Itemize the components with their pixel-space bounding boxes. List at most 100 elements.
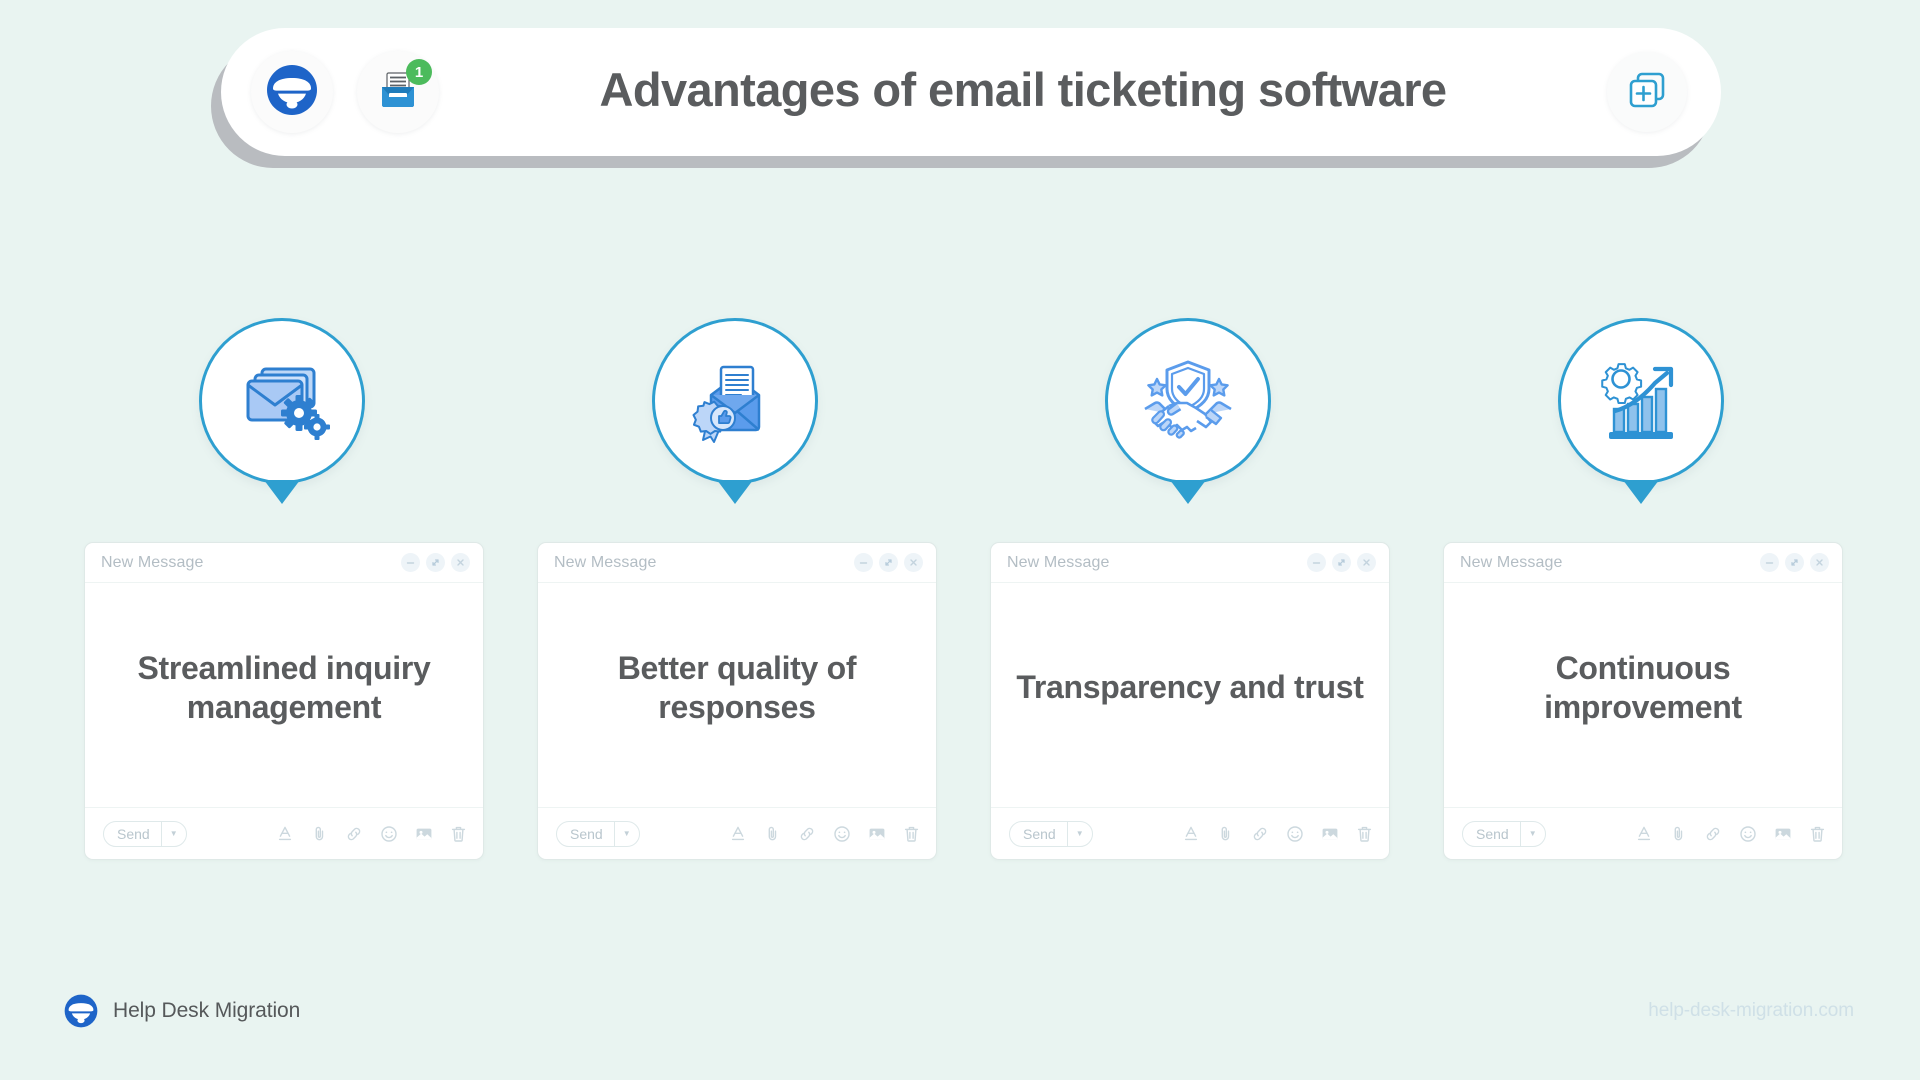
bubble-tail-3 <box>1170 480 1206 504</box>
advantage-heading: Streamlined inquiry management <box>137 649 431 725</box>
card-titlebar-3: New Message <box>991 543 1389 583</box>
send-options-caret-icon[interactable]: ▼ <box>160 821 186 846</box>
help-desk-migration-logo-icon <box>64 994 98 1028</box>
card-titlebar-1: New Message <box>85 543 483 583</box>
card-window-title: New Message <box>1007 553 1110 571</box>
card-toolbar-3: Send ▼ <box>991 807 1389 859</box>
attachment-icon[interactable] <box>311 825 328 842</box>
footer-brand-name: Help Desk Migration <box>113 999 301 1022</box>
close-icon[interactable] <box>1357 553 1376 572</box>
send-button[interactable]: Send ▼ <box>556 820 640 847</box>
add-button[interactable] <box>1607 52 1687 132</box>
window-controls-2 <box>854 553 923 572</box>
bubble-tail-2 <box>717 480 753 504</box>
card-toolbar-2: Send ▼ <box>538 807 936 859</box>
close-icon[interactable] <box>451 553 470 572</box>
minimize-icon[interactable] <box>1760 553 1779 572</box>
text-format-icon[interactable] <box>730 825 747 842</box>
page-title: Advantages of email ticketing software <box>599 63 1448 116</box>
emoji-icon[interactable] <box>833 825 851 843</box>
attachment-icon[interactable] <box>764 825 781 842</box>
advantage-card-1: New Message Streamlined inquiry manageme… <box>84 542 484 860</box>
help-desk-migration-logo-icon <box>266 64 318 121</box>
send-options-caret-icon[interactable]: ▼ <box>613 821 639 846</box>
advantage-column-2: New Message Better quality of responses <box>537 318 937 860</box>
emoji-icon[interactable] <box>1286 825 1304 843</box>
image-icon[interactable] <box>1321 825 1339 843</box>
send-button[interactable]: Send ▼ <box>1462 820 1546 847</box>
link-icon[interactable] <box>1704 825 1722 843</box>
card-window-title: New Message <box>1460 553 1563 571</box>
inbox-unread-badge: 1 <box>406 59 432 85</box>
text-format-icon[interactable] <box>277 825 294 842</box>
trash-icon[interactable] <box>903 825 920 843</box>
card-titlebar-4: New Message <box>1444 543 1842 583</box>
expand-icon[interactable] <box>879 553 898 572</box>
trash-icon[interactable] <box>1356 825 1373 843</box>
toolbar-icons-1 <box>277 825 467 843</box>
send-button[interactable]: Send ▼ <box>1009 820 1093 847</box>
card-body-1: Streamlined inquiry management <box>85 583 483 807</box>
card-window-title: New Message <box>554 553 657 571</box>
advantage-icon-bubble-4 <box>1558 318 1724 504</box>
image-icon[interactable] <box>868 825 886 843</box>
window-controls-3 <box>1307 553 1376 572</box>
window-controls-4 <box>1760 553 1829 572</box>
advantage-heading: Better quality of responses <box>617 649 857 725</box>
image-icon[interactable] <box>1774 825 1792 843</box>
send-options-caret-icon[interactable]: ▼ <box>1519 821 1545 846</box>
footer-website-url[interactable]: help-desk-migration.com <box>1648 1000 1854 1022</box>
send-button-label: Send <box>117 825 150 842</box>
card-body-4: Continuous improvement <box>1444 583 1842 807</box>
emoji-icon[interactable] <box>380 825 398 843</box>
card-window-title: New Message <box>101 553 204 571</box>
window-controls-1 <box>401 553 470 572</box>
link-icon[interactable] <box>1251 825 1269 843</box>
advantage-column-1: New Message Streamlined inquiry manageme… <box>84 318 484 860</box>
header-card: 1 Advantages of email ticketing software <box>221 28 1721 156</box>
advantage-column-4: New Message Continuous improvement Send … <box>1443 318 1843 860</box>
expand-icon[interactable] <box>1332 553 1351 572</box>
link-icon[interactable] <box>345 825 363 843</box>
send-options-caret-icon[interactable]: ▼ <box>1066 821 1092 846</box>
add-duplicate-page-icon <box>1624 67 1670 118</box>
close-icon[interactable] <box>904 553 923 572</box>
minimize-icon[interactable] <box>401 553 420 572</box>
card-body-2: Better quality of responses <box>538 583 936 807</box>
header-inbox-badge: 1 <box>357 51 439 133</box>
growth-chart-gear-icon <box>1589 347 1693 456</box>
header-logo-badge <box>251 51 333 133</box>
advantage-icon-bubble-3 <box>1105 318 1271 504</box>
attachment-icon[interactable] <box>1670 825 1687 842</box>
header-banner: 1 Advantages of email ticketing software <box>211 28 1721 168</box>
text-format-icon[interactable] <box>1183 825 1200 842</box>
toolbar-icons-2 <box>730 825 920 843</box>
advantage-icon-bubble-1 <box>199 318 365 504</box>
minimize-icon[interactable] <box>1307 553 1326 572</box>
minimize-icon[interactable] <box>854 553 873 572</box>
send-button-label: Send <box>1023 825 1056 842</box>
trash-icon[interactable] <box>450 825 467 843</box>
expand-icon[interactable] <box>1785 553 1804 572</box>
card-titlebar-2: New Message <box>538 543 936 583</box>
link-icon[interactable] <box>798 825 816 843</box>
send-button[interactable]: Send ▼ <box>103 820 187 847</box>
emoji-icon[interactable] <box>1739 825 1757 843</box>
trash-icon[interactable] <box>1809 825 1826 843</box>
open-envelope-quality-badge-icon <box>683 347 787 456</box>
send-button-label: Send <box>570 825 603 842</box>
advantages-columns: New Message Streamlined inquiry manageme… <box>0 318 1920 878</box>
toolbar-icons-4 <box>1636 825 1826 843</box>
close-icon[interactable] <box>1810 553 1829 572</box>
card-toolbar-1: Send ▼ <box>85 807 483 859</box>
advantage-heading: Transparency and trust <box>1016 669 1364 706</box>
expand-icon[interactable] <box>426 553 445 572</box>
text-format-icon[interactable] <box>1636 825 1653 842</box>
toolbar-icons-3 <box>1183 825 1373 843</box>
attachment-icon[interactable] <box>1217 825 1234 842</box>
advantage-icon-bubble-2 <box>652 318 818 504</box>
footer-brand-block: Help Desk Migration <box>64 994 300 1028</box>
image-icon[interactable] <box>415 825 433 843</box>
advantage-heading: Continuous improvement <box>1544 649 1742 725</box>
advantage-card-2: New Message Better quality of responses <box>537 542 937 860</box>
